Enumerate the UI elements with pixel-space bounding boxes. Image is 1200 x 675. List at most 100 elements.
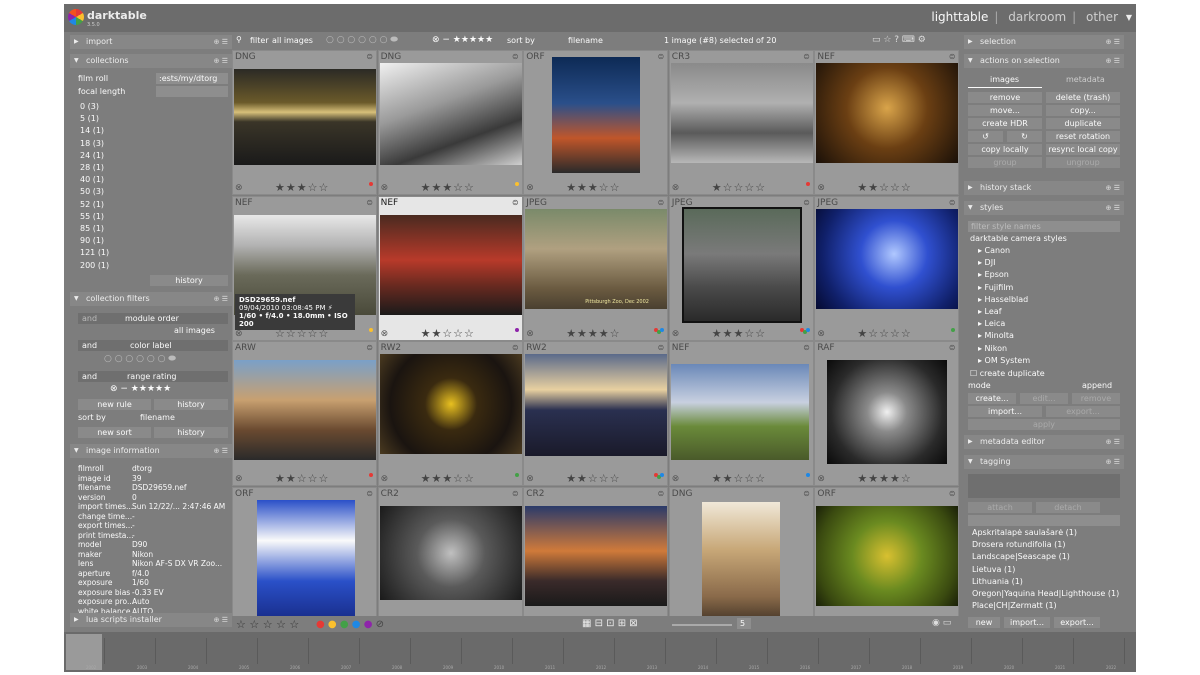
toolbar-icons[interactable]: ▭ ☆ ? ⌨ ⚙ [872, 35, 926, 45]
action-button-1[interactable]: delete (trash) [1046, 92, 1120, 103]
tab-images[interactable]: images [990, 75, 1019, 84]
group-icon[interactable]: ⊜ [657, 343, 664, 352]
group-icon[interactable]: ⊜ [949, 198, 956, 207]
thumbnail-cell[interactable]: RAF ⊜ ⊗ ★★★★☆ [814, 341, 960, 487]
style-item[interactable]: ▸ Fujifilm [978, 283, 1013, 292]
thumbnail-image[interactable] [816, 63, 959, 163]
group-icon[interactable]: ⊜ [512, 343, 519, 352]
attach-button[interactable]: attach [968, 502, 1032, 513]
history-stack-module[interactable]: ▶ history stack ⊕ ☰ [964, 181, 1124, 195]
focal-length-item[interactable]: 52 (1) [80, 200, 104, 209]
thumbnail-cell[interactable]: ARW ⊜ ⊗ ★★☆☆☆ [232, 341, 377, 487]
view-other[interactable]: other [1086, 10, 1118, 24]
action-button-8[interactable]: reset rotation [1046, 131, 1120, 142]
action-button-5[interactable]: duplicate [1046, 118, 1120, 129]
focal-length-item[interactable]: 50 (3) [80, 187, 104, 196]
styles-module[interactable]: ▼ styles ⊕ ☰ [964, 201, 1124, 215]
thumbnail-image[interactable] [681, 206, 802, 323]
reject-icon[interactable]: ⊗ [817, 474, 825, 484]
action-button-4[interactable]: create HDR [968, 118, 1042, 129]
focal-length-item[interactable]: 85 (1) [80, 224, 104, 233]
history-button-2[interactable]: history [154, 399, 228, 410]
tag-item[interactable]: Drosera rotundifolia (1) [972, 540, 1066, 549]
thumbnail-cell[interactable]: ORF ⊜ [232, 486, 377, 632]
filter-select[interactable]: all images [272, 36, 313, 45]
new-rule-button[interactable]: new rule [78, 399, 151, 410]
thumbnail-cell[interactable]: CR3 ⊜ ⊗ ★☆☆☆☆ [668, 50, 814, 195]
new-sort-button[interactable]: new sort [78, 427, 151, 438]
action-button-9[interactable]: copy locally [968, 144, 1042, 155]
reject-icon[interactable]: ⊗ [672, 474, 680, 484]
style-item[interactable]: ▸ OM System [978, 356, 1030, 365]
thumbnail-image[interactable] [379, 354, 522, 455]
focal-length-item[interactable]: 90 (1) [80, 236, 104, 245]
thumbnail-image[interactable] [701, 501, 780, 620]
star-rating[interactable]: ★★★☆☆ [421, 472, 475, 485]
reject-icon[interactable]: ⊗ [235, 474, 243, 484]
style-item[interactable]: ▸ Leica [978, 319, 1005, 328]
mode-select[interactable]: append [1082, 381, 1112, 390]
group-icon[interactable]: ⊜ [512, 489, 519, 498]
group-icon[interactable]: ⊜ [512, 52, 519, 61]
thumbnail-image[interactable] [827, 360, 948, 465]
group-icon[interactable]: ⊜ [803, 52, 810, 61]
view-darkroom[interactable]: darkroom [1008, 10, 1066, 24]
star-rating[interactable]: ★★☆☆☆ [712, 472, 766, 485]
group-icon[interactable]: ⊜ [949, 52, 956, 61]
sort-filename-select[interactable]: filename [140, 413, 175, 422]
action-button-10[interactable]: resync local copy [1046, 144, 1120, 155]
focal-length-item[interactable]: 0 (3) [80, 102, 99, 111]
reject-icon[interactable]: ⊗ [381, 329, 389, 339]
lua-scripts-installer-module[interactable]: ▶ lua scripts installer ⊕ ☰ [70, 613, 232, 627]
star-rating[interactable]: ★★★★☆ [857, 472, 911, 485]
reject-icon[interactable]: ⊗ [381, 474, 389, 484]
group-icon[interactable]: ⊜ [949, 343, 956, 352]
reject-icon[interactable]: ⊗ [526, 474, 534, 484]
new-tag-button[interactable]: new [968, 617, 1000, 628]
layout-icons[interactable]: ▦ ⊟ ⊡ ⊞ ⊠ [582, 618, 638, 629]
tag-item[interactable]: Lietuva (1) [972, 565, 1015, 574]
export-tags-button[interactable]: export... [1054, 617, 1100, 628]
focal-length-item[interactable]: 200 (1) [80, 261, 109, 270]
history-button-3[interactable]: history [154, 427, 228, 438]
focal-length-item[interactable]: 28 (1) [80, 163, 104, 172]
detach-button[interactable]: detach [1036, 502, 1100, 513]
group-icon[interactable]: ⊜ [366, 198, 373, 207]
thumbnail-cell[interactable]: NEF ⊜ ⊗ ★★☆☆☆ [814, 50, 960, 195]
thumbnail-cell[interactable]: ORF ⊜ [814, 486, 960, 632]
star-rating[interactable]: ★★★☆☆ [566, 181, 620, 194]
thumbnail-image[interactable]: Pittsburgh Zoo, Dec 2002 [525, 208, 668, 309]
create-style-button[interactable]: create... [968, 393, 1016, 404]
reject-icon[interactable]: ⊗ [526, 183, 534, 193]
action-button-2[interactable]: move... [968, 105, 1042, 116]
thumbnail-cell[interactable]: CR2 ⊜ [377, 486, 523, 632]
filter-style-names-input[interactable]: filter style names [968, 221, 1120, 232]
action-button-12[interactable]: ungroup [1046, 157, 1120, 168]
thumbnail-cell[interactable]: NEF ⊜ ⊗ ★★☆☆☆ [377, 195, 523, 341]
thumbnail-image[interactable] [234, 360, 376, 461]
attached-tags-area[interactable] [968, 474, 1120, 498]
sort-select[interactable]: filename [568, 36, 603, 45]
collection-filters-module[interactable]: ▼ collection filters ⊕ ☰ [70, 292, 232, 306]
styles-root[interactable]: darktable camera styles [970, 234, 1067, 243]
focal-length-field[interactable] [156, 86, 228, 97]
collections-module[interactable]: ▼ collections ⊕ ☰ [70, 54, 232, 68]
style-item[interactable]: ▸ Leaf [978, 307, 1002, 316]
focal-length-item[interactable]: 14 (1) [80, 126, 104, 135]
star-rating[interactable]: ★★☆☆☆ [857, 181, 911, 194]
thumbnail-image[interactable] [379, 214, 522, 315]
tag-item[interactable]: Landscape|Seascape (1) [972, 552, 1070, 561]
star-rating[interactable]: ★★☆☆☆ [421, 327, 475, 340]
style-item[interactable]: ▸ Epson [978, 270, 1009, 279]
thumbnail-image[interactable] [670, 364, 809, 461]
star-rating[interactable]: ★★☆☆☆ [275, 472, 329, 485]
group-icon[interactable]: ⊜ [803, 198, 810, 207]
tag-item[interactable]: Apskritalapė saulašarė (1) [972, 528, 1077, 537]
reject-icon[interactable]: ⊗ [817, 183, 825, 193]
group-icon[interactable]: ⊜ [803, 489, 810, 498]
tag-search-input[interactable] [968, 515, 1120, 526]
display-icons[interactable]: ◉ ▭ [932, 618, 951, 628]
import-tags-button[interactable]: import... [1004, 617, 1050, 628]
thumbnail-cell[interactable]: RW2 ⊜ ⊗ ★★★☆☆ [377, 341, 523, 487]
action-button-0[interactable]: remove [968, 92, 1042, 103]
